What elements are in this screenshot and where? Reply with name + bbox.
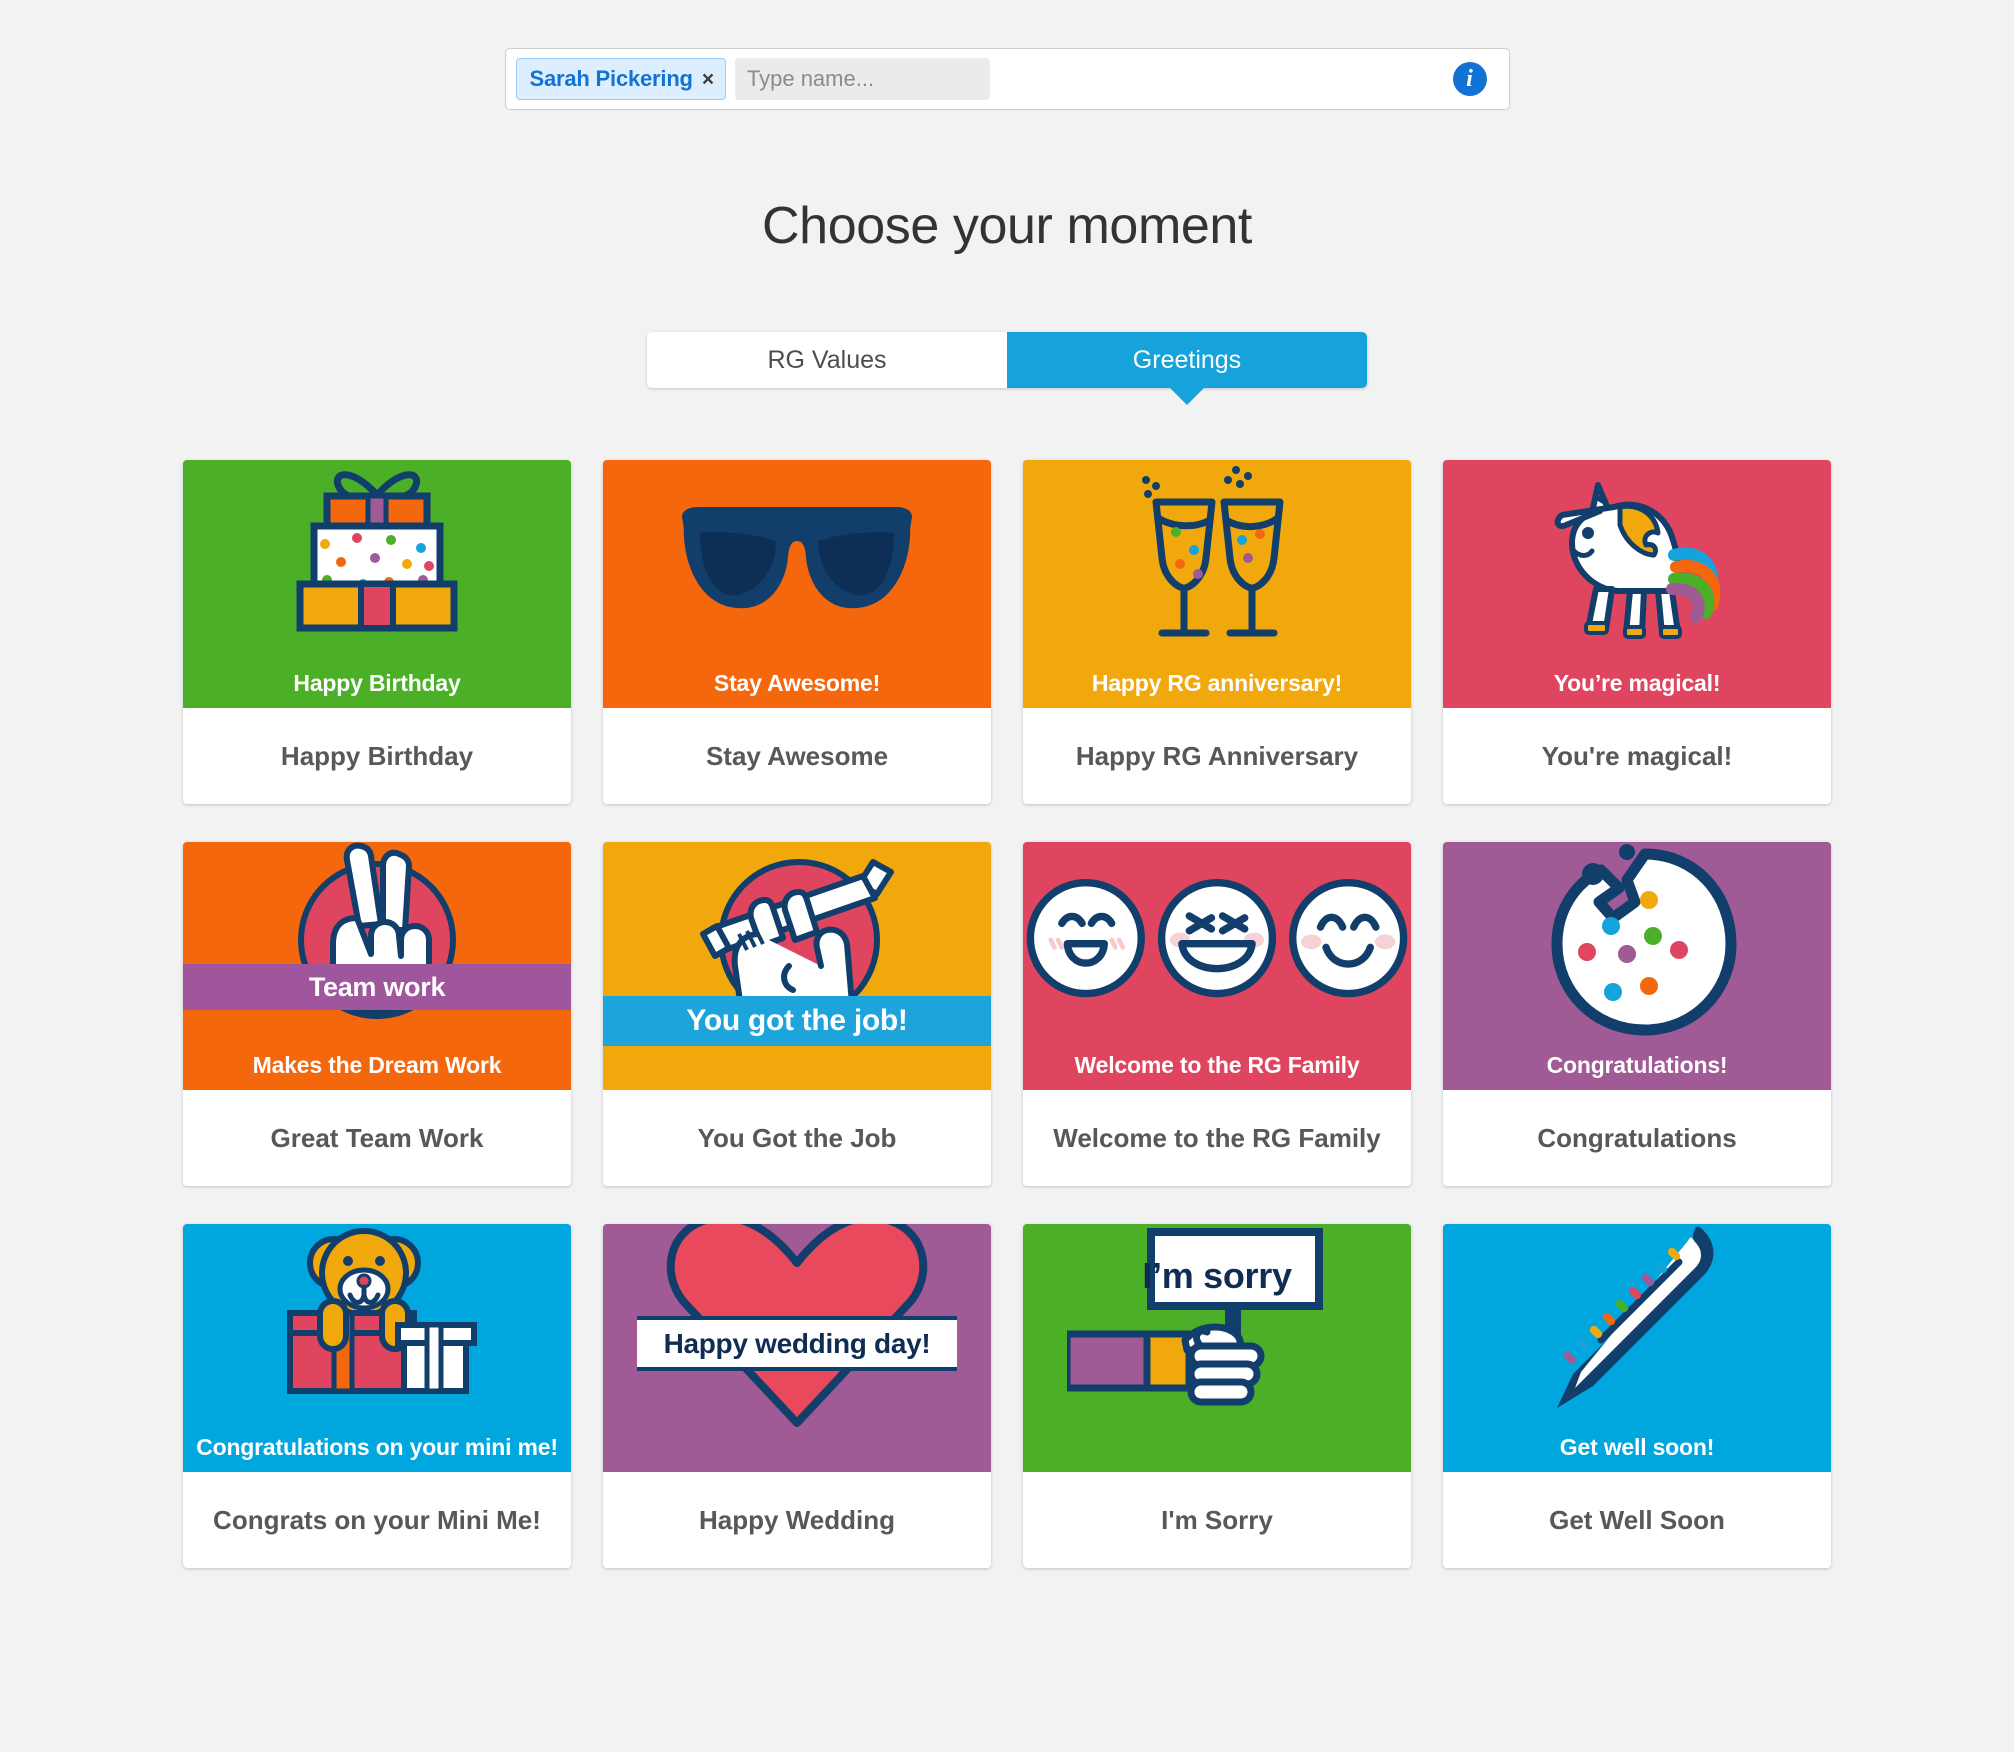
close-icon[interactable]: ×	[702, 69, 714, 90]
greeting-card-label: Stay Awesome	[705, 740, 889, 771]
greeting-card[interactable]: Team work Makes the Dream Work Great Team …	[183, 842, 571, 1186]
greeting-card-artwork: Happy wedding day!	[603, 1224, 991, 1472]
gift-stack-icon	[183, 460, 571, 656]
greeting-card[interactable]: Welcome to the RG Family Welcome to the R…	[1023, 842, 1411, 1186]
greeting-card-banner: I’m sorry	[1142, 1255, 1292, 1296]
greeting-card-banner: Team work	[183, 964, 571, 1011]
tab-rg-values-label: RG Values	[767, 345, 887, 374]
teddy-gift-icon	[183, 1224, 571, 1420]
greeting-card-artwork: Welcome to the RG Family	[1023, 842, 1411, 1090]
greeting-card[interactable]: Congratulations! Congratulations	[1443, 842, 1831, 1186]
greeting-card-banner: You got the job!	[603, 996, 991, 1046]
recipient-bar-container: Sarah Pickering × i	[0, 48, 2014, 110]
greeting-card[interactable]: You’re magical! You're magical!	[1443, 460, 1831, 804]
greeting-card-artwork: Happy RG anniversary!	[1023, 460, 1411, 708]
greeting-card-caption: Stay Awesome!	[713, 670, 881, 696]
greeting-card-artwork: Get well soon!	[1443, 1224, 1831, 1472]
sunglasses-icon	[603, 460, 991, 656]
recipient-bar[interactable]: Sarah Pickering × i	[504, 48, 1510, 110]
greeting-card-artwork: Happy Birthday	[183, 460, 571, 708]
greeting-card-label: Happy RG Anniversary	[1075, 740, 1359, 771]
greeting-card-caption: Happy RG anniversary!	[1091, 670, 1343, 696]
recipient-chip-name: Sarah Pickering	[529, 66, 694, 91]
greeting-card[interactable]: Happy Birthday Happy Birthday	[183, 460, 571, 804]
greeting-card-label: Congratulations	[1537, 1122, 1737, 1153]
greeting-card[interactable]: I’m sorry I'm Sorry	[1023, 1224, 1411, 1568]
greeting-card-label: You Got the Job	[697, 1122, 897, 1153]
greeting-card-label: I'm Sorry	[1161, 1504, 1273, 1535]
tab-greetings[interactable]: Greetings	[1007, 332, 1367, 388]
greeting-card[interactable]: Happy wedding day! Happy Wedding	[603, 1224, 991, 1568]
greeting-card-grid: Happy Birthday Happy Birthday Stay Awesome…	[182, 460, 1832, 1568]
greeting-card-artwork: You got the job!	[603, 842, 991, 1090]
info-icon[interactable]: i	[1452, 62, 1487, 96]
greeting-card-artwork: Congratulations!	[1443, 842, 1831, 1090]
recipient-chip[interactable]: Sarah Pickering ×	[515, 58, 726, 100]
tab-group: RG Values Greetings	[647, 332, 1367, 388]
greeting-card-caption: Happy Birthday	[293, 670, 461, 696]
unicorn-icon	[1443, 460, 1831, 656]
champagne-glasses-icon	[1023, 460, 1411, 656]
tab-rg-values[interactable]: RG Values	[647, 332, 1007, 388]
greeting-card[interactable]: Happy RG anniversary! Happy RG Anniversar…	[1023, 460, 1411, 804]
greeting-card-artwork: I’m sorry	[1023, 1224, 1411, 1472]
three-smileys-icon	[1023, 842, 1411, 1038]
greeting-card-label: Happy Wedding	[699, 1504, 895, 1535]
greeting-card-label: Great Team Work	[270, 1122, 484, 1153]
greeting-card-banner: Happy wedding day!	[637, 1316, 957, 1372]
tabs-container: RG Values Greetings	[0, 332, 2014, 388]
greeting-card-label: Welcome to the RG Family	[1053, 1122, 1381, 1153]
greeting-card-caption: Welcome to the RG Family	[1074, 1052, 1360, 1078]
greeting-card-label: Congrats on your Mini Me!	[213, 1504, 541, 1535]
greeting-card-artwork: Stay Awesome!	[603, 460, 991, 708]
page-title: Choose your moment	[762, 197, 1252, 255]
greeting-card-artwork: Congratulations on your mini me!	[183, 1224, 571, 1472]
greeting-card-artwork: You’re magical!	[1443, 460, 1831, 708]
greeting-card-label: Happy Birthday	[280, 740, 474, 771]
tab-greetings-label: Greetings	[1132, 345, 1242, 374]
greeting-card-caption: Congratulations on your mini me!	[196, 1434, 558, 1460]
greeting-card[interactable]: Congratulations on your mini me! Congrats…	[183, 1224, 571, 1568]
greeting-card-caption: Congratulations!	[1546, 1052, 1728, 1078]
page-root: Sarah Pickering × i Choose your moment R…	[0, 0, 2014, 1568]
greeting-card[interactable]: Get well soon! Get Well Soon	[1443, 1224, 1831, 1568]
greeting-card-label: Get Well Soon	[1549, 1504, 1725, 1535]
greeting-card[interactable]: Stay Awesome! Stay Awesome	[603, 460, 991, 804]
name-input[interactable]	[734, 58, 990, 100]
greeting-card[interactable]: You got the job! You Got the Job	[603, 842, 991, 1186]
thermometer-icon	[1443, 1224, 1831, 1420]
cookie-icon	[1443, 842, 1831, 1038]
greeting-card-artwork: Team work Makes the Dream Work	[183, 842, 571, 1090]
greeting-card-label: You're magical!	[1541, 740, 1733, 771]
greeting-card-caption: You’re magical!	[1553, 670, 1721, 696]
greeting-card-caption: Get well soon!	[1559, 1434, 1715, 1460]
greeting-card-caption: Makes the Dream Work	[252, 1052, 502, 1078]
